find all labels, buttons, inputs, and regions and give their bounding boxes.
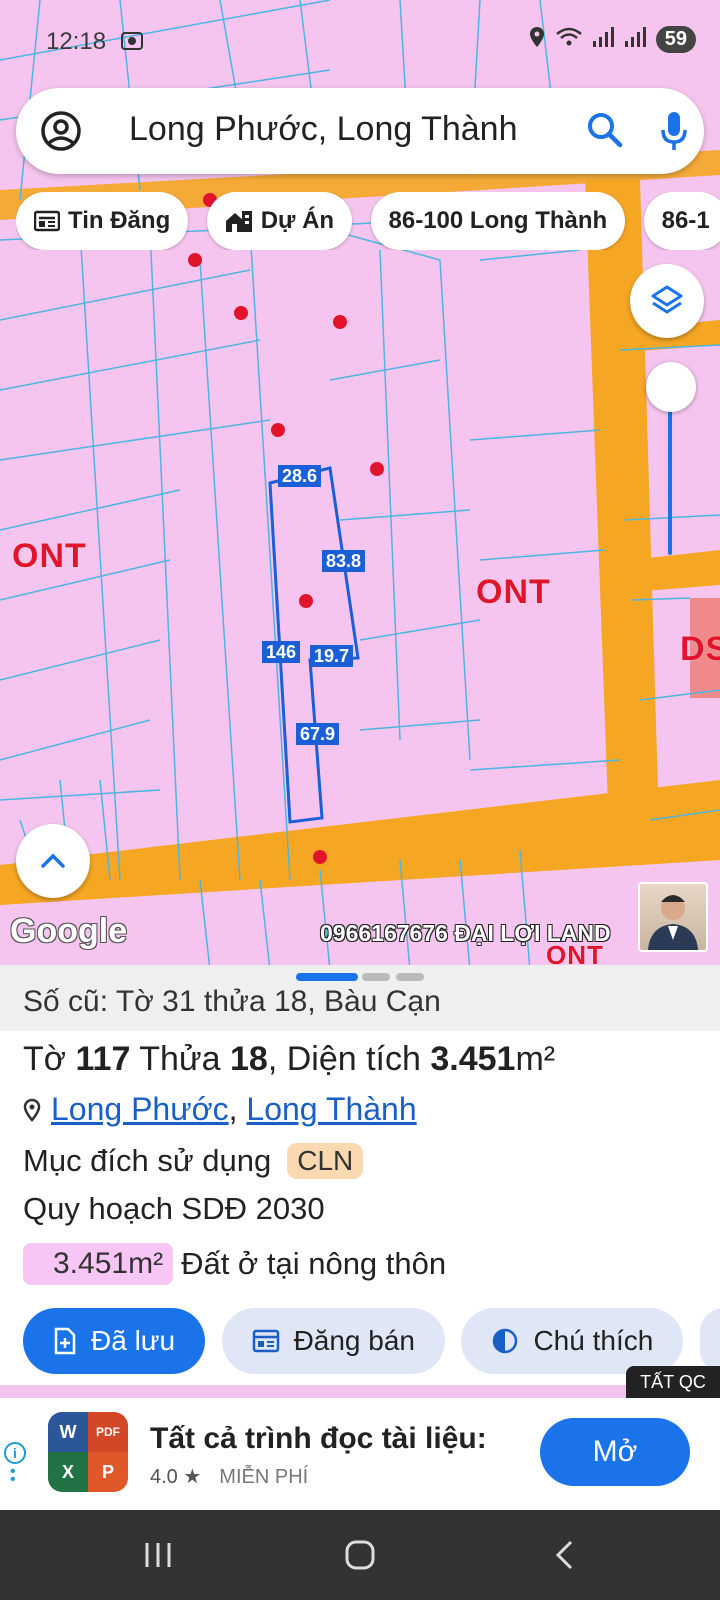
action-label: Đăng bán xyxy=(293,1325,415,1356)
battery-indicator: 59 xyxy=(655,26,696,53)
search-query[interactable]: Long Phước, Long Thành xyxy=(129,110,518,149)
home-icon xyxy=(345,1540,375,1570)
powerpoint-icon: P xyxy=(88,1452,128,1492)
ad-menu-icon[interactable]: • • xyxy=(10,1464,16,1488)
ad-close-tag[interactable]: TẤT QC xyxy=(626,1366,720,1398)
navigation-bar xyxy=(0,1510,720,1600)
signal-icon xyxy=(624,27,646,52)
status-icons: 59 xyxy=(528,26,696,53)
zone-label: ONT xyxy=(476,573,551,611)
list-for-sale-button[interactable]: Đăng bán xyxy=(221,1308,445,1374)
status-bar: 12:18 59 xyxy=(0,0,720,80)
area-unit: m² xyxy=(515,1040,556,1078)
pdf-icon: PDF xyxy=(88,1412,128,1452)
ad-title: Tất cả trình đọc tài liệu: xyxy=(150,1422,487,1455)
expand-button[interactable] xyxy=(16,824,90,898)
sheet-handle[interactable] xyxy=(362,973,390,981)
action-buttons: Đã lưu Đăng bán Chú thích xyxy=(23,1308,720,1374)
action-label: Chú thích xyxy=(533,1325,654,1356)
dimension-label: 19.7 xyxy=(310,645,354,667)
ad-subtitle: 4.0 ★ MIỄN PHÍ xyxy=(150,1464,308,1489)
more-action-button[interactable] xyxy=(699,1308,720,1374)
app-icon: W PDF X P xyxy=(48,1412,128,1492)
parcel-summary: Tờ 117 Thửa 18, Diện tích 3.451m² xyxy=(23,1040,555,1079)
area-value: 3.451 xyxy=(430,1040,516,1078)
parcel-info-sheet: Số cũ: Tờ 31 thửa 18, Bàu Cạn Tờ 117 Thử… xyxy=(0,965,720,1385)
dimension-label: 67.9 xyxy=(296,723,340,745)
commune-link[interactable]: Long Phước xyxy=(51,1091,229,1127)
chip-86-100-long-thanh[interactable]: 86-100 Long Thành xyxy=(370,192,626,250)
layers-icon xyxy=(651,285,683,314)
sheet-handle[interactable] xyxy=(396,973,424,981)
dimension-label: 146 xyxy=(262,641,301,663)
home-button[interactable] xyxy=(330,1532,390,1578)
chip-86-1[interactable]: 86-1 xyxy=(643,192,720,250)
chevron-up-icon xyxy=(41,853,65,868)
newspaper-icon xyxy=(34,210,60,232)
land-use-label: Mục đích sử dụng xyxy=(23,1143,272,1178)
ad-price: MIỄN PHÍ xyxy=(219,1466,309,1488)
layers-button[interactable] xyxy=(630,264,704,338)
dimension-label: 28.6 xyxy=(278,465,322,487)
excel-icon: X xyxy=(48,1452,88,1492)
zone-label: ONT xyxy=(12,537,87,575)
sheet-header[interactable]: Số cũ: Tờ 31 thửa 18, Bàu Cạn xyxy=(0,965,720,1031)
screen-record-icon xyxy=(120,30,144,57)
plan-area-description: Đất ở tại nông thôn xyxy=(181,1246,447,1281)
listing-icon xyxy=(252,1329,279,1353)
back-button[interactable] xyxy=(534,1532,594,1578)
back-icon xyxy=(555,1540,573,1570)
wifi-icon xyxy=(555,27,582,52)
ad-rating: 4.0 ★ xyxy=(150,1466,202,1488)
buildings-icon xyxy=(225,211,252,232)
district-link[interactable]: Long Thành xyxy=(246,1091,416,1127)
ad-banner[interactable]: i • • W PDF X P Tất cả trình đọc tài liệu… xyxy=(0,1398,720,1510)
saved-doc-icon xyxy=(54,1327,76,1355)
sheet-handle[interactable] xyxy=(296,973,358,981)
chip-tin-dang[interactable]: Tin Đăng xyxy=(16,192,189,250)
contrast-icon xyxy=(493,1328,518,1354)
account-icon[interactable] xyxy=(40,110,82,152)
chip-du-an[interactable]: Dự Án xyxy=(206,192,353,250)
dimension-label: 83.8 xyxy=(322,550,366,572)
open-button[interactable]: Mở xyxy=(540,1418,690,1486)
chip-label: Tin Đăng xyxy=(68,207,171,234)
watermark: 0966167676 ĐẠI LỢI LAND xyxy=(320,920,611,946)
status-time: 12:18 xyxy=(46,28,107,55)
area-label: , Diện tích xyxy=(267,1040,431,1078)
old-reference: Số cũ: Tờ 31 thửa 18, Bàu Cạn xyxy=(23,985,441,1018)
google-logo: Google xyxy=(10,912,128,950)
location-separator: , xyxy=(228,1091,238,1127)
plan-title: Quy hoạch SDĐ 2030 xyxy=(23,1191,325,1226)
word-icon: W xyxy=(48,1412,88,1452)
plot-number: 18 xyxy=(230,1040,268,1078)
sheet-number: 117 xyxy=(75,1040,131,1078)
signal-icon xyxy=(592,27,614,52)
recents-icon xyxy=(145,1543,171,1567)
chip-label: Dự Án xyxy=(260,207,335,234)
chip-label: 86-100 Long Thành xyxy=(388,207,608,234)
recents-button[interactable] xyxy=(128,1532,188,1578)
microphone-icon[interactable] xyxy=(660,110,688,157)
legend-button[interactable]: Chú thích xyxy=(461,1308,684,1374)
search-icon[interactable] xyxy=(586,111,624,154)
action-label: Đã lưu xyxy=(91,1325,176,1356)
land-use-badge: CLN xyxy=(287,1143,364,1179)
chip-label: 86-1 xyxy=(661,207,710,234)
sheet-label: Tờ xyxy=(23,1040,76,1078)
location-row: Long Phước, Long Thành xyxy=(23,1091,417,1128)
zone-label: DS xyxy=(680,630,720,668)
plan-area-row: 3.451m² Đất ở tại nông thôn xyxy=(23,1243,446,1285)
land-use-row: Mục đích sử dụng CLN xyxy=(23,1143,364,1179)
saved-button[interactable]: Đã lưu xyxy=(23,1308,206,1374)
opacity-slider-thumb[interactable] xyxy=(646,362,696,412)
location-pin-icon xyxy=(23,1098,41,1122)
filter-chips: Tin Đăng Dự Án 86-100 Long Thành 86-1 xyxy=(16,192,720,250)
agent-photo[interactable] xyxy=(638,882,708,952)
plan-area-badge: 3.451m² xyxy=(23,1243,174,1285)
plot-label: Thửa xyxy=(130,1040,231,1078)
location-icon xyxy=(528,26,546,53)
ad-info-icon[interactable]: i xyxy=(4,1442,26,1464)
search-bar[interactable]: Long Phước, Long Thành xyxy=(16,88,704,174)
